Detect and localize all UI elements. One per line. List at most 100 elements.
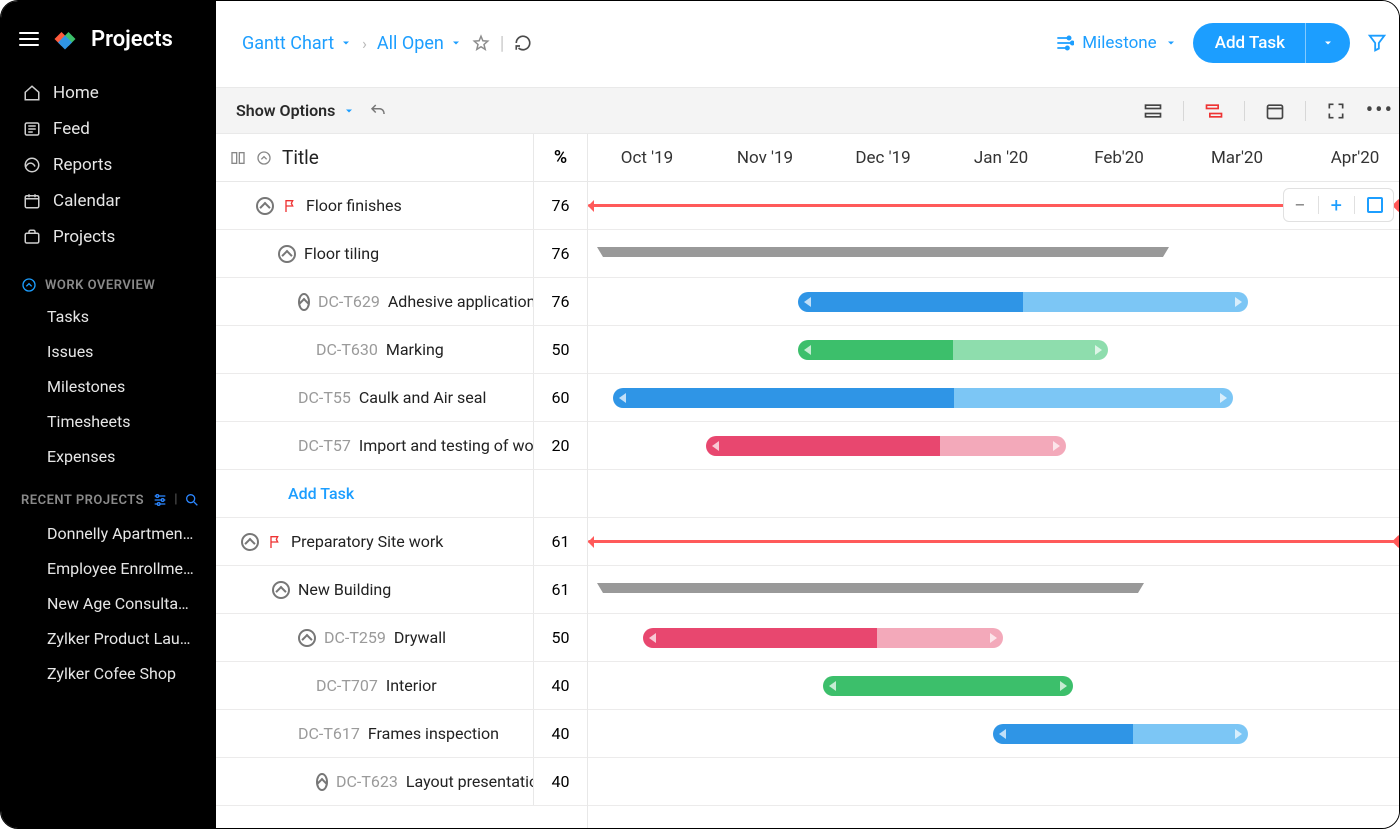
collapse-icon[interactable]: [278, 245, 296, 263]
gantt-row: [588, 710, 1400, 758]
task-list-panel: Title % Floor finishes76Floor tiling76DC…: [216, 134, 588, 828]
add-task-dropdown[interactable]: [1305, 23, 1350, 63]
sidebar-item-milestones[interactable]: Milestones: [1, 369, 216, 404]
task-percent: 50: [533, 326, 587, 373]
task-row[interactable]: Floor tiling76: [216, 230, 587, 278]
summary-bar[interactable]: [603, 247, 1163, 257]
undo-icon[interactable]: [369, 102, 387, 120]
view-mode-1-icon[interactable]: [1143, 101, 1163, 121]
fullscreen-icon[interactable]: [1326, 101, 1346, 121]
task-bar[interactable]: [798, 292, 1248, 312]
gantt-row: [588, 470, 1400, 518]
task-row[interactable]: DC-T623 Layout presentation40: [216, 758, 587, 806]
sidebar-item-calendar[interactable]: Calendar: [1, 183, 216, 219]
task-row[interactable]: DC-T707 Interior40: [216, 662, 587, 710]
task-code: DC-T57: [298, 436, 351, 455]
projects-logo-icon: [51, 25, 79, 53]
zoom-in-button[interactable]: +: [1331, 193, 1342, 217]
task-row[interactable]: DC-T57 Import and testing of woo..20: [216, 422, 587, 470]
sidebar-item-home[interactable]: Home: [1, 75, 216, 111]
fit-to-screen-icon[interactable]: [1367, 197, 1383, 213]
zoom-out-button[interactable]: −: [1294, 193, 1305, 217]
chevron-up-icon: [21, 277, 37, 293]
collapse-all-icon[interactable]: [256, 150, 272, 166]
task-row[interactable]: New Building61: [216, 566, 587, 614]
task-title: Drywall: [394, 628, 446, 647]
today-icon[interactable]: [1265, 101, 1285, 121]
add-task-button[interactable]: Add Task: [1193, 23, 1350, 63]
projects-icon: [23, 228, 41, 246]
gantt-timeline-panel: Oct '19Nov '19Dec '19Jan '20Feb'20Mar'20…: [588, 134, 1400, 828]
task-bar[interactable]: [798, 340, 1108, 360]
task-row[interactable]: DC-T630 Marking50: [216, 326, 587, 374]
milestone-bar[interactable]: [588, 204, 1398, 207]
flag-icon: [282, 198, 298, 214]
task-title: Preparatory Site work: [291, 532, 443, 551]
task-percent: 50: [533, 614, 587, 661]
recent-project-item[interactable]: Zylker Product Launch: [1, 621, 216, 656]
sidebar-item-issues[interactable]: Issues: [1, 334, 216, 369]
gantt-row: [588, 278, 1400, 326]
chevron-down-icon: [1165, 37, 1177, 49]
filter-selector[interactable]: All Open: [377, 33, 462, 54]
summary-bar[interactable]: [603, 583, 1138, 593]
task-row[interactable]: DC-T55 Caulk and Air seal60: [216, 374, 587, 422]
feed-icon: [23, 120, 41, 138]
refresh-icon[interactable]: [514, 34, 532, 52]
task-row[interactable]: DC-T259 Drywall 50: [216, 614, 587, 662]
recent-project-item[interactable]: Donnelly Apartments: [1, 516, 216, 551]
sidebar-item-expenses[interactable]: Expenses: [1, 439, 216, 474]
collapse-icon[interactable]: [298, 629, 316, 647]
gantt-row: [588, 326, 1400, 374]
milestone-dropdown[interactable]: Milestone: [1054, 33, 1176, 53]
star-icon[interactable]: [472, 34, 490, 52]
task-bar[interactable]: [706, 436, 1066, 456]
task-row[interactable]: Preparatory Site work61: [216, 518, 587, 566]
task-title: Caulk and Air seal: [359, 388, 487, 407]
sidebar-item-tasks[interactable]: Tasks: [1, 299, 216, 334]
sidebar-item-timesheets[interactable]: Timesheets: [1, 404, 216, 439]
task-row[interactable]: DC-T617 Frames inspection40: [216, 710, 587, 758]
task-title: Layout presentation: [406, 772, 533, 791]
sidebar-item-feed[interactable]: Feed: [1, 111, 216, 147]
month-label: Feb'20: [1060, 148, 1178, 168]
collapse-icon[interactable]: [316, 773, 328, 791]
milestone-bar[interactable]: [588, 540, 1398, 543]
gantt-row: [588, 614, 1400, 662]
task-bar[interactable]: [613, 388, 1233, 408]
task-row[interactable]: Floor finishes76: [216, 182, 587, 230]
gantt-row: [588, 230, 1400, 278]
task-code: DC-T55: [298, 388, 351, 407]
task-code: DC-T707: [316, 676, 378, 695]
task-code: DC-T259: [324, 628, 386, 647]
menu-icon[interactable]: [19, 32, 39, 46]
show-options-toggle[interactable]: Show Options: [236, 101, 355, 120]
collapse-icon[interactable]: [272, 581, 290, 599]
gantt-row: [588, 662, 1400, 710]
sidebar-item-projects[interactable]: Projects: [1, 219, 216, 255]
collapse-icon[interactable]: [298, 293, 310, 311]
settings-icon[interactable]: [152, 492, 168, 508]
view-selector[interactable]: Gantt Chart: [242, 33, 352, 54]
work-overview-header[interactable]: WORK OVERVIEW: [1, 255, 216, 299]
search-icon[interactable]: [184, 492, 200, 508]
filter-icon[interactable]: [1366, 32, 1388, 54]
task-title: Add Task: [288, 484, 354, 503]
sidebar-item-reports[interactable]: Reports: [1, 147, 216, 183]
recent-project-item[interactable]: New Age Consultancy: [1, 586, 216, 621]
view-mode-2-icon[interactable]: [1204, 101, 1224, 121]
recent-project-item[interactable]: Employee Enrollment: [1, 551, 216, 586]
collapse-icon[interactable]: [241, 533, 259, 551]
task-row[interactable]: DC-T629 Adhesive application76: [216, 278, 587, 326]
recent-project-item[interactable]: Zylker Cofee Shop: [1, 656, 216, 691]
task-code: DC-T630: [316, 340, 378, 359]
topbar: Gantt Chart › All Open | Milestone Add T…: [216, 1, 1400, 87]
collapse-icon[interactable]: [256, 197, 274, 215]
task-bar[interactable]: [993, 724, 1248, 744]
task-row[interactable]: Add Task: [216, 470, 587, 518]
gantt-row: [588, 566, 1400, 614]
task-bar[interactable]: [823, 676, 1073, 696]
task-bar[interactable]: [643, 628, 1003, 648]
more-icon[interactable]: •••: [1366, 98, 1394, 123]
columns-icon[interactable]: [230, 150, 246, 166]
